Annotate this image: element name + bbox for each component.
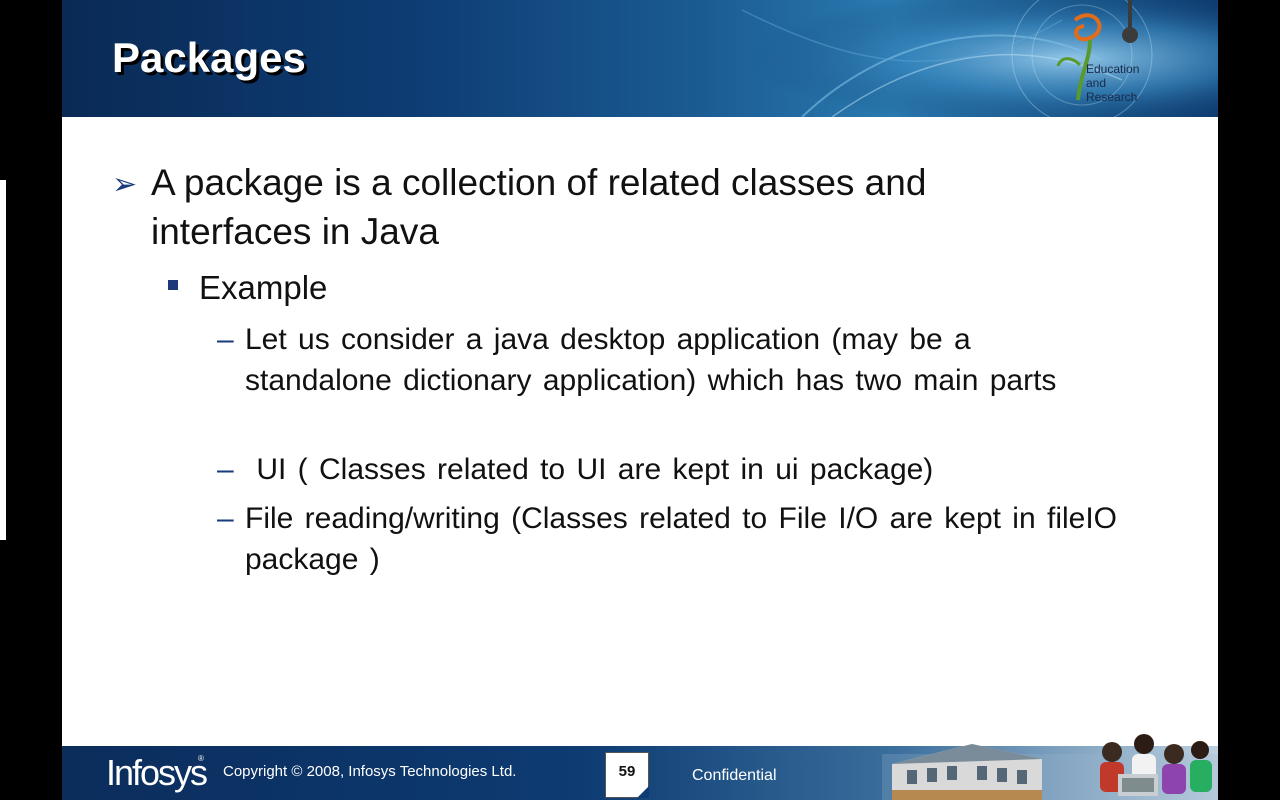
level3-bullet-point: – UI ( Classes related to UI are kept in… [217, 449, 1117, 490]
slide-title: Packages [112, 34, 306, 81]
level2-bullet-point: Example [168, 268, 327, 308]
logo-line-2: and [1086, 76, 1107, 90]
dash-bullet-icon: – [217, 502, 234, 535]
arrowhead-bullet-icon: ➢ [112, 168, 138, 201]
square-bullet-icon [168, 280, 178, 290]
logo-line-3: Research [1086, 90, 1138, 104]
level1-text: A package is a collection of related cla… [151, 162, 927, 252]
logo-text: Education and Research [1086, 62, 1166, 104]
copyright-text: Copyright © 2008, Infosys Technologies L… [223, 763, 517, 780]
level3-bullet-point: – Let us consider a java desktop applica… [217, 319, 1117, 401]
level3-bullet-point: – File reading/writing (Classes related … [217, 498, 1117, 580]
level3-text: UI ( Classes related to UI are kept in u… [245, 453, 934, 486]
level2-text: Example [199, 269, 328, 306]
level1-bullet-point: ➢ A package is a collection of related c… [112, 158, 1052, 256]
logo-line-1: Education [1086, 62, 1140, 76]
page-fold-icon [637, 786, 649, 798]
left-edge-strip [0, 180, 6, 540]
page-number-box: 59 [605, 752, 649, 798]
registered-mark: ® [198, 754, 204, 763]
infosys-logo: Infosys [106, 752, 208, 793]
confidential-label: Confidential [692, 767, 777, 784]
slide-header: Packages Education and Research [62, 0, 1218, 117]
slide-footer: Infosys ® Copyright © 2008, Infosys Tech… [62, 734, 1218, 800]
page-number: 59 [618, 763, 636, 780]
dash-bullet-icon: – [217, 323, 234, 356]
dash-bullet-icon: – [217, 453, 234, 486]
campus-students-photo [882, 734, 1218, 800]
level3-text: File reading/writing (Classes related to… [245, 502, 1118, 576]
level3-text: Let us consider a java desktop applicati… [245, 323, 1057, 397]
slide: Packages Education and Research ➢ A pack… [62, 0, 1218, 800]
